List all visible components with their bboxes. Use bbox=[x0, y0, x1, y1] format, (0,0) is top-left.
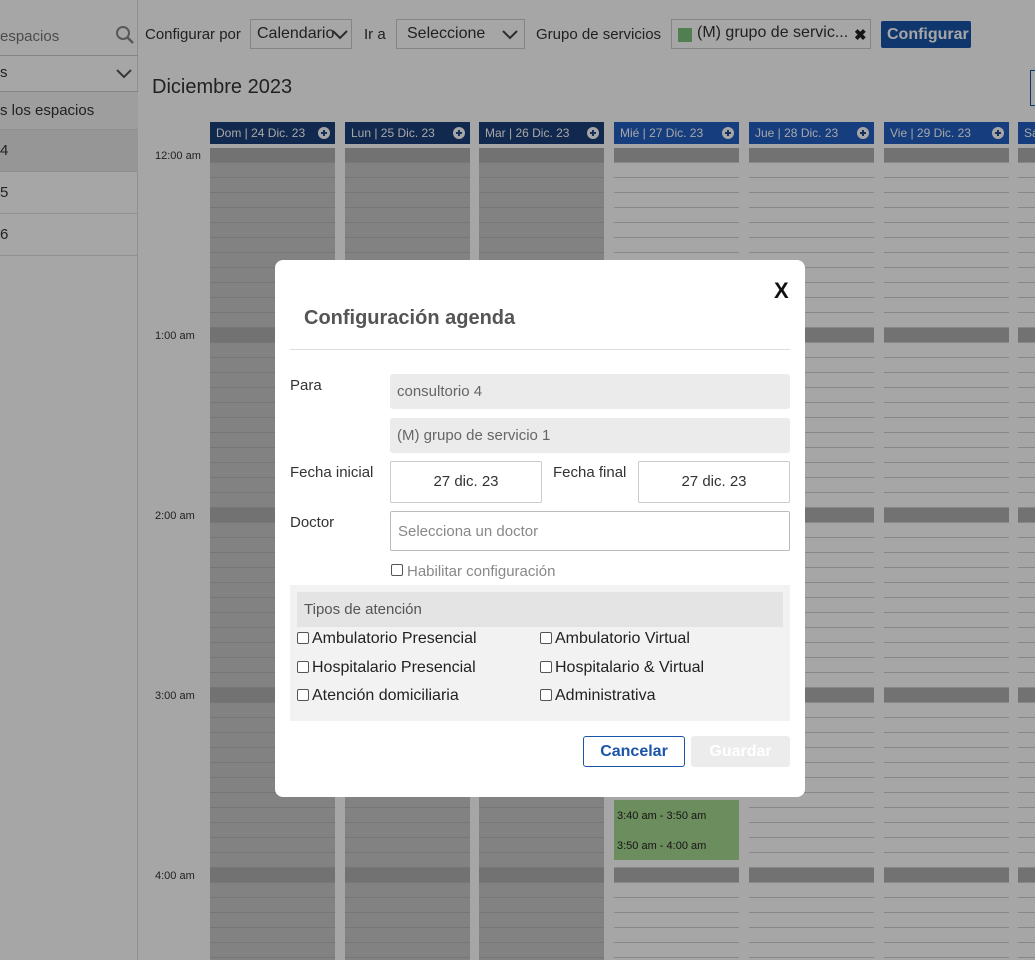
start-date-label: Fecha inicial bbox=[290, 464, 374, 481]
checkbox[interactable] bbox=[540, 632, 552, 644]
checkbox[interactable] bbox=[297, 689, 309, 701]
end-date-label: Fecha final bbox=[553, 464, 627, 481]
end-date-input[interactable]: 27 dic. 23 bbox=[638, 461, 790, 503]
divider bbox=[290, 349, 790, 350]
attention-type-option[interactable]: Hospitalario Presencial bbox=[297, 659, 476, 677]
attention-type-label: Administrativa bbox=[555, 687, 656, 704]
service-group-value: (M) grupo de servicio 1 bbox=[397, 427, 551, 444]
enable-config-checkbox[interactable] bbox=[391, 564, 403, 576]
service-group-field: (M) grupo de servicio 1 bbox=[390, 418, 790, 453]
checkbox[interactable] bbox=[540, 689, 552, 701]
schedule-config-dialog: X Configuración agenda Para consultorio … bbox=[275, 260, 805, 797]
attention-type-label: Ambulatorio Virtual bbox=[555, 630, 690, 647]
close-button[interactable]: X bbox=[774, 278, 789, 304]
doctor-label: Doctor bbox=[290, 514, 335, 531]
start-date-input[interactable]: 27 dic. 23 bbox=[390, 461, 542, 503]
attention-type-option[interactable]: Ambulatorio Virtual bbox=[540, 630, 690, 648]
para-value: consultorio 4 bbox=[397, 383, 483, 400]
cancel-button[interactable]: Cancelar bbox=[583, 736, 685, 767]
save-button[interactable]: Guardar bbox=[691, 736, 790, 767]
dialog-title: Configuración agenda bbox=[304, 307, 516, 329]
attention-type-option[interactable]: Hospitalario & Virtual bbox=[540, 659, 704, 677]
checkbox[interactable] bbox=[297, 661, 309, 673]
attention-types-panel: Tipos de atención Ambulatorio Presencial… bbox=[290, 585, 790, 721]
attention-type-option[interactable]: Ambulatorio Presencial bbox=[297, 630, 477, 648]
attention-type-option[interactable]: Administrativa bbox=[540, 687, 655, 705]
checkbox[interactable] bbox=[540, 661, 552, 673]
para-label: Para bbox=[290, 377, 322, 394]
enable-config-label: Habilitar configuración bbox=[407, 563, 556, 580]
attention-type-label: Ambulatorio Presencial bbox=[312, 630, 477, 647]
checkbox[interactable] bbox=[297, 632, 309, 644]
attention-type-label: Hospitalario Presencial bbox=[312, 659, 476, 676]
attention-types-title: Tipos de atención bbox=[304, 601, 422, 618]
attention-types-header: Tipos de atención bbox=[297, 592, 783, 627]
para-field: consultorio 4 bbox=[390, 374, 790, 409]
attention-type-option[interactable]: Atención domiciliaria bbox=[297, 687, 459, 705]
doctor-select-input[interactable] bbox=[390, 511, 790, 551]
attention-type-label: Hospitalario & Virtual bbox=[555, 659, 705, 676]
attention-type-label: Atención domiciliaria bbox=[312, 687, 459, 704]
